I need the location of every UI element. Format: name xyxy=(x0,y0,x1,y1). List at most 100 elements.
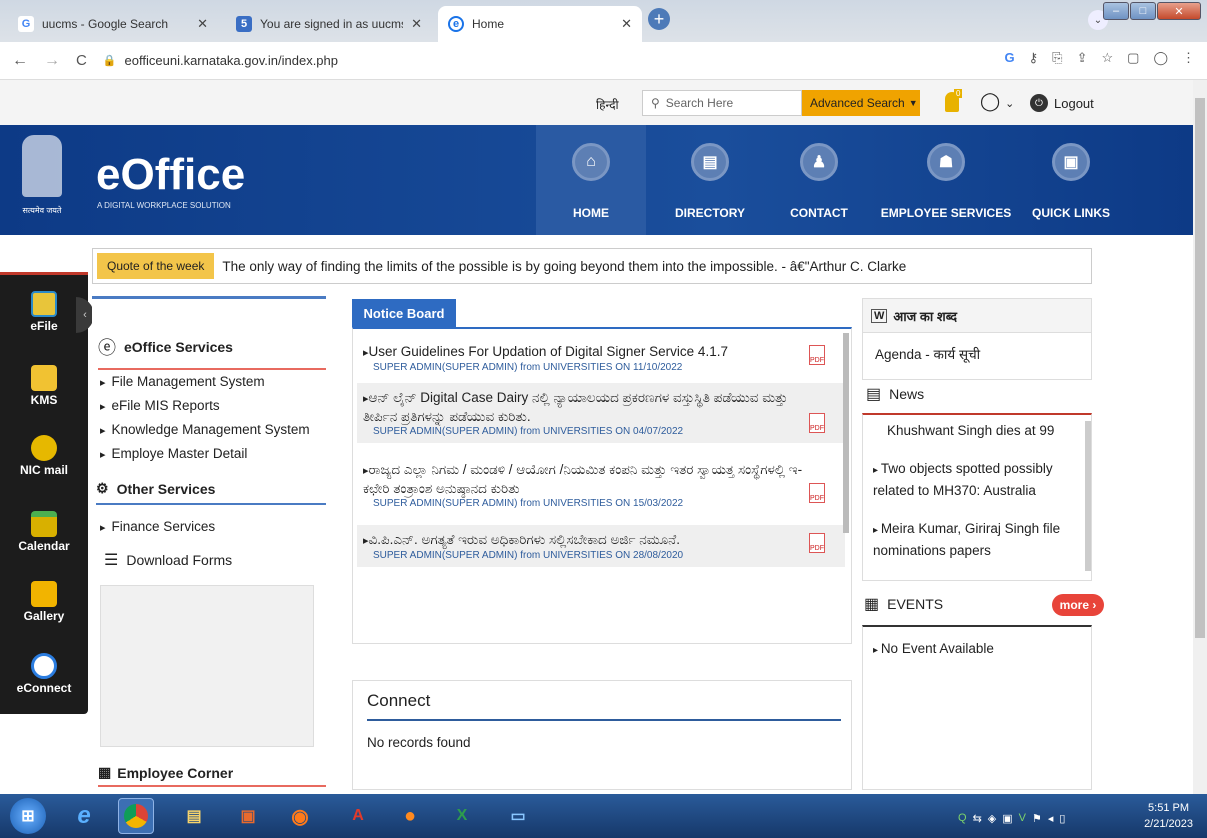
dock-kms[interactable]: KMS xyxy=(0,365,88,407)
tray-app-icon[interactable]: V xyxy=(1019,812,1026,824)
link-efile-mis-reports[interactable]: eFile MIS Reports xyxy=(100,398,220,413)
back-icon[interactable]: ← xyxy=(12,52,28,70)
close-window-button[interactable]: ✕ xyxy=(1157,2,1201,20)
mail-icon xyxy=(31,435,57,461)
browser-tab-home[interactable]: e Home ✕ xyxy=(438,6,642,42)
dock-efile[interactable]: eFile xyxy=(0,291,88,333)
user-menu-icon[interactable]: ◯ ⌄ xyxy=(980,91,1014,112)
link-finance-services[interactable]: Finance Services xyxy=(100,519,216,534)
pdf-icon[interactable]: PDF xyxy=(809,533,825,553)
more-events-button[interactable]: more › xyxy=(1052,594,1104,616)
profile-icon[interactable]: ◯ xyxy=(1153,50,1168,66)
firefox-icon[interactable]: ● xyxy=(392,798,428,834)
file-explorer-icon[interactable]: ▤ xyxy=(176,798,212,834)
nav-home[interactable]: ⌂ HOME xyxy=(536,125,646,235)
ie-icon[interactable]: e xyxy=(66,798,102,834)
key-icon[interactable]: ⚷ xyxy=(1029,50,1039,66)
notice-scrollbar[interactable] xyxy=(843,333,849,533)
connect-title: Connect xyxy=(367,691,841,721)
nav-directory-label: DIRECTORY xyxy=(674,206,745,220)
browser-tab-google[interactable]: G uucms - Google Search ✕ xyxy=(8,6,218,42)
tray-app-icon[interactable]: ◈ xyxy=(988,812,996,825)
pdf-icon[interactable]: PDF xyxy=(809,483,825,503)
url-text: eofficeuni.karnataka.gov.in/index.php xyxy=(124,53,338,68)
caret-down-icon: ▼ xyxy=(908,98,918,108)
app-window-icon[interactable]: ▭ xyxy=(500,798,536,834)
dock-gallery[interactable]: Gallery xyxy=(0,581,88,623)
news-scrollbar[interactable] xyxy=(1085,421,1091,571)
pdf-icon[interactable]: PDF xyxy=(809,413,825,433)
news-item[interactable]: ▸ Two objects spotted possibly related t… xyxy=(873,459,1073,501)
other-services-heading: ⚙ Other Services xyxy=(96,480,326,505)
logout-button[interactable]: ⏻ Logout xyxy=(1030,94,1094,112)
nav-directory[interactable]: ▤ DIRECTORY xyxy=(660,125,760,235)
advanced-search-button[interactable]: Advanced Search ▼ xyxy=(802,90,920,116)
minimize-button[interactable]: – xyxy=(1103,2,1129,20)
tray-network-icon[interactable]: ▯ xyxy=(1059,812,1065,825)
employee-corner-title: Employee Corner xyxy=(117,764,234,781)
acrobat-icon[interactable]: A xyxy=(340,798,376,834)
browser-tab-signed-in[interactable]: 5 You are signed in as uucms ✕ xyxy=(226,6,432,42)
close-tab-icon[interactable]: ✕ xyxy=(621,16,632,32)
efile-icon xyxy=(31,291,57,317)
tray-app-icon[interactable]: ▣ xyxy=(1002,812,1012,825)
bullet-icon: ▸ xyxy=(873,645,881,656)
translate-icon[interactable]: ⎘ xyxy=(1052,50,1062,66)
maximize-button[interactable]: □ xyxy=(1130,2,1156,20)
share-icon[interactable]: ⇪ xyxy=(1077,50,1088,66)
notice-item[interactable]: ರಾಜ್ಯದ ಎಲ್ಲಾ ನಿಗಮ / ಮಂಡಳಿ / ಆಯೋಗ /ನಿಯಮಿತ… xyxy=(357,455,845,515)
news-item[interactable]: ▸ Meira Kumar, Giriraj Singh file nomina… xyxy=(873,519,1073,561)
tray-app-icon[interactable]: Q xyxy=(958,812,967,824)
eoffice-icon: e xyxy=(448,16,464,32)
pdf-icon[interactable]: PDF xyxy=(809,345,825,365)
tab-title: uucms - Google Search xyxy=(42,17,169,31)
notice-item[interactable]: User Guidelines For Updation of Digital … xyxy=(357,337,845,379)
app-orange-icon[interactable]: ◉ xyxy=(282,798,318,834)
link-file-management-system[interactable]: File Management System xyxy=(100,374,265,389)
dock-econnect[interactable]: eConnect xyxy=(0,653,88,695)
download-forms-link[interactable]: ☰ Download Forms xyxy=(104,550,232,570)
logout-label: Logout xyxy=(1054,95,1094,111)
notice-item[interactable]: ವಿ.ಪಿ.ಎನ್. ಅಗತ್ಯತೆ ಇರುವ ಅಧಿಕಾರಿಗಳು ಸಲ್ಲಿ… xyxy=(357,525,845,567)
app-icon[interactable]: ▣ xyxy=(230,798,266,834)
tray-network-icon[interactable]: ⇆ xyxy=(973,812,982,825)
bookmark-star-icon[interactable]: ☆ xyxy=(1101,50,1113,66)
tray-flag-icon[interactable]: ⚑ xyxy=(1032,812,1042,825)
notice-item[interactable]: ಆನ್ ಲೈನ್ Digital Case Dairy ನಲ್ಲಿ ನ್ಯಾಯಾ… xyxy=(357,383,845,443)
news-title: News xyxy=(889,386,925,402)
reload-icon[interactable]: C xyxy=(76,52,87,69)
notice-title: ರಾಜ್ಯದ ಎಲ್ಲಾ ನಿಗಮ / ಮಂಡಳಿ / ಆಯೋಗ /ನಿಯಮಿತ… xyxy=(363,461,805,498)
bullet-icon: ▸ xyxy=(873,525,881,536)
employee-card-icon: ▦ xyxy=(98,764,112,780)
news-item-text: Meira Kumar, Giriraj Singh file nominati… xyxy=(873,521,1061,558)
news-item[interactable]: Khushwant Singh dies at 99 xyxy=(887,421,1054,441)
link-employe-master-detail[interactable]: Employe Master Detail xyxy=(100,446,248,461)
nav-employee-services[interactable]: ☗ EMPLOYEE SERVICES xyxy=(876,125,1016,235)
nav-quick-links-label: QUICK LINKS xyxy=(1032,206,1110,220)
link-knowledge-management-system[interactable]: Knowledge Management System xyxy=(100,422,310,437)
google-icon[interactable]: G xyxy=(1005,50,1015,66)
nav-quick-links[interactable]: ▣ QUICK LINKS xyxy=(1026,125,1116,235)
chrome-icon[interactable] xyxy=(118,798,154,834)
forward-icon[interactable]: → xyxy=(44,52,60,70)
dock-nic-mail[interactable]: NIC mail xyxy=(0,435,88,477)
language-hindi-link[interactable]: हिन्दी xyxy=(596,96,619,113)
new-tab-button[interactable]: + xyxy=(648,8,670,30)
notice-meta: SUPER ADMIN(SUPER ADMIN) from UNIVERSITI… xyxy=(373,362,683,373)
sidepanel-icon[interactable]: ▢ xyxy=(1127,50,1139,66)
tray-volume-icon[interactable]: ◂ xyxy=(1048,812,1054,825)
menu-icon[interactable]: ⋮ xyxy=(1182,50,1195,66)
site-icon: 5 xyxy=(236,16,252,32)
page-scrollbar-thumb[interactable] xyxy=(1195,98,1205,638)
nav-contact[interactable]: ♟ CONTACT xyxy=(774,125,864,235)
close-tab-icon[interactable]: ✕ xyxy=(411,16,422,32)
dock-calendar[interactable]: Calendar xyxy=(0,511,88,553)
taskbar-clock[interactable]: 5:51 PM 2/21/2023 xyxy=(1144,800,1193,832)
url-field[interactable]: 🔒 eofficeuni.karnataka.gov.in/index.php xyxy=(103,53,338,68)
excel-icon[interactable]: X xyxy=(444,798,480,834)
clock-date: 2/21/2023 xyxy=(1144,818,1193,830)
search-input[interactable]: ⚲ Search Here xyxy=(642,90,802,116)
start-button[interactable]: ⊞ xyxy=(10,798,46,834)
eoffice-logo[interactable]: eOffice xyxy=(96,150,245,200)
close-tab-icon[interactable]: ✕ xyxy=(197,16,208,32)
